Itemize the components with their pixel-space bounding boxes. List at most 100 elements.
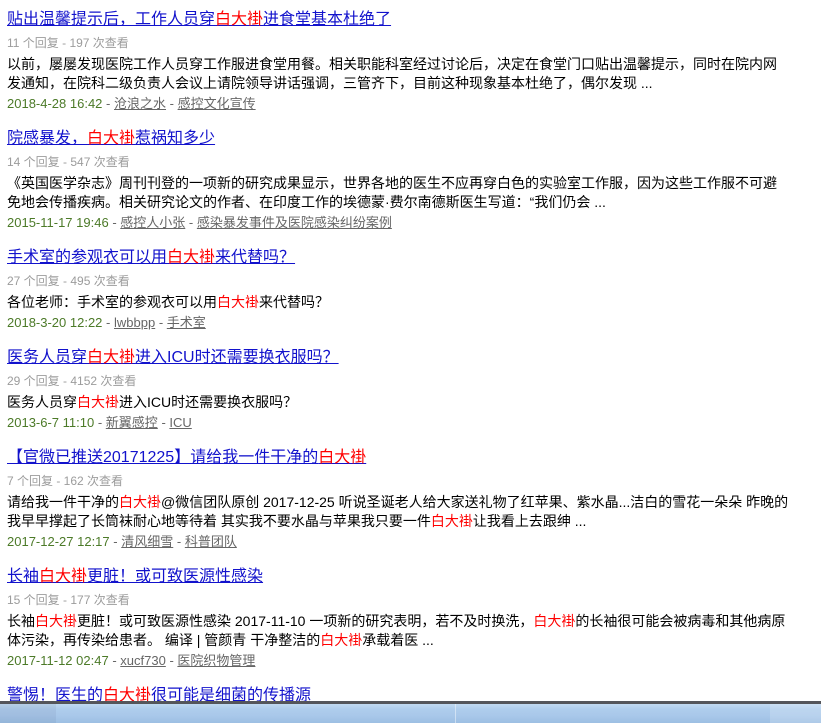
footer-separator: - [159, 315, 167, 330]
result-forum-link[interactable]: 手术室 [167, 315, 206, 330]
text-segment: 《英国医学杂志》周刊刊登的一项新的研究成果显示，世界各地的医生不应再穿白色的实验… [7, 175, 777, 210]
text-segment: 进食堂基本杜绝了 [263, 11, 391, 28]
browser-page: 贴出温馨提示后，工作人员穿白大褂进食堂基本杜绝了 11 个回复 - 197 次查… [0, 0, 821, 723]
highlighted-keyword: 白大褂 [167, 249, 215, 266]
text-segment: 贴出温馨提示后，工作人员穿 [7, 11, 215, 28]
result-author-link[interactable]: xucf730 [120, 653, 166, 668]
text-segment: 长袖 [7, 568, 39, 585]
text-segment: 进入ICU时还需要换衣服吗？ [119, 394, 297, 410]
highlighted-keyword: 白大褂 [119, 494, 161, 510]
result-title-link[interactable]: 手术室的参观衣可以用白大褂来代替吗？ [7, 248, 295, 268]
result-title-link[interactable]: 长袖白大褂更脏！或可致医源性感染 [7, 567, 263, 587]
taskbar-segment [0, 704, 56, 723]
taskbar-segment-divider [455, 704, 456, 723]
result-date: 2017-12-27 12:17 [7, 534, 110, 549]
highlighted-keyword: 白大褂 [77, 394, 119, 410]
search-result-item: 警惕！医生的白大褂很可能是细菌的传播源 [7, 686, 789, 701]
result-author-link[interactable]: 感控人小张 [120, 215, 185, 230]
result-date: 2015-11-17 19:46 [7, 215, 109, 230]
result-forum-link[interactable]: 医院织物管理 [177, 653, 255, 668]
result-snippet: 长袖白大褂更脏！或可致医源性感染 2017-11-10 一项新的研究表明，若不及… [7, 612, 789, 650]
result-footer: 2013-6-7 11:10 - 新翼感控 - ICU [7, 414, 789, 432]
highlighted-keyword: 白大褂 [533, 613, 575, 629]
result-title-link[interactable]: 贴出温馨提示后，工作人员穿白大褂进食堂基本杜绝了 [7, 10, 391, 30]
footer-separator: - [98, 415, 106, 430]
text-segment: 各位老师：手术室的参观衣可以用 [7, 294, 217, 310]
search-result-item: 贴出温馨提示后，工作人员穿白大褂进食堂基本杜绝了 11 个回复 - 197 次查… [7, 10, 789, 113]
result-title-link[interactable]: 医务人员穿白大褂进入ICU时还需要换衣服吗？ [7, 348, 339, 368]
text-segment: 医务人员穿 [7, 349, 87, 366]
text-segment: 很可能是细菌的传播源 [151, 687, 311, 701]
highlighted-keyword: 白大褂 [318, 449, 366, 466]
result-forum-link[interactable]: ICU [169, 415, 191, 430]
text-segment: 来代替吗？ [259, 294, 329, 310]
text-segment: 长袖 [7, 613, 35, 629]
result-title-link[interactable]: 【官微已推送20171225】请给我一件干净的白大褂 [7, 448, 366, 468]
taskbar-segment [770, 704, 821, 723]
result-snippet: 《英国医学杂志》周刊刊登的一项新的研究成果显示，世界各地的医生不应再穿白色的实验… [7, 174, 789, 212]
result-meta: 11 个回复 - 197 次查看 [7, 36, 789, 50]
text-segment: 以前，屡屡发现医院工作人员穿工作服进食堂用餐。相关职能科室经过讨论后，决定在食堂… [7, 56, 777, 91]
text-segment: 让我看上去跟绅 ... [473, 513, 587, 529]
result-footer: 2015-11-17 19:46 - 感控人小张 - 感染暴发事件及医院感染纠纷… [7, 214, 789, 232]
result-date: 2013-6-7 11:10 [7, 415, 94, 430]
footer-separator: - [106, 315, 114, 330]
result-meta: 15 个回复 - 177 次查看 [7, 593, 789, 607]
result-footer: 2018-4-28 16:42 - 沧浪之水 - 感控文化宣传 [7, 95, 789, 113]
search-result-item: 手术室的参观衣可以用白大褂来代替吗？ 27 个回复 - 495 次查看 各位老师… [7, 248, 789, 332]
result-forum-link[interactable]: 感控文化宣传 [178, 96, 256, 111]
highlighted-keyword: 白大褂 [217, 294, 259, 310]
result-title-link[interactable]: 院感暴发，白大褂惹祸知多少 [7, 129, 215, 149]
highlighted-keyword: 白大褂 [39, 568, 87, 585]
result-author-link[interactable]: 清风细雪 [121, 534, 173, 549]
highlighted-keyword: 白大褂 [35, 613, 77, 629]
text-segment: 请给我一件干净的 [7, 494, 119, 510]
highlighted-keyword: 白大褂 [431, 513, 473, 529]
highlighted-keyword: 白大褂 [215, 11, 263, 28]
result-footer: 2018-3-20 12:22 - lwbbpp - 手术室 [7, 314, 789, 332]
result-date: 2018-3-20 12:22 [7, 315, 102, 330]
footer-separator: - [189, 215, 197, 230]
result-forum-link[interactable]: 感染暴发事件及医院感染纠纷案例 [197, 215, 392, 230]
result-meta: 27 个回复 - 495 次查看 [7, 274, 789, 288]
result-footer: 2017-12-27 12:17 - 清风细雪 - 科普团队 [7, 533, 789, 551]
text-segment: 警惕！医生的 [7, 687, 103, 701]
text-segment: 手术室的参观衣可以用 [7, 249, 167, 266]
result-snippet: 医务人员穿白大褂进入ICU时还需要换衣服吗？ [7, 393, 789, 412]
result-date: 2018-4-28 16:42 [7, 96, 102, 111]
highlighted-keyword: 白大褂 [87, 349, 135, 366]
result-author-link[interactable]: lwbbpp [114, 315, 155, 330]
result-meta: 29 个回复 - 4152 次查看 [7, 374, 789, 388]
highlighted-keyword: 白大褂 [87, 130, 135, 147]
search-result-item: 院感暴发，白大褂惹祸知多少 14 个回复 - 547 次查看 《英国医学杂志》周… [7, 129, 789, 232]
search-result-item: 【官微已推送20171225】请给我一件干净的白大褂 7 个回复 - 162 次… [7, 448, 789, 551]
search-result-item: 医务人员穿白大褂进入ICU时还需要换衣服吗？ 29 个回复 - 4152 次查看… [7, 348, 789, 432]
footer-separator: - [170, 96, 178, 111]
result-meta: 7 个回复 - 162 次查看 [7, 474, 789, 488]
result-title-link[interactable]: 警惕！医生的白大褂很可能是细菌的传播源 [7, 686, 311, 701]
text-segment: 医务人员穿 [7, 394, 77, 410]
text-segment: 更脏！或可致医源性感染 2017-11-10 一项新的研究表明，若不及时换洗， [77, 613, 533, 629]
text-segment: 【官微已推送20171225】请给我一件干净的 [7, 449, 318, 466]
result-author-link[interactable]: 沧浪之水 [114, 96, 166, 111]
result-author-link[interactable]: 新翼感控 [106, 415, 158, 430]
result-snippet: 请给我一件干净的白大褂@微信团队原创 2017-12-25 听说圣诞老人给大家送… [7, 493, 789, 531]
taskbar[interactable] [0, 701, 821, 723]
search-result-item: 长袖白大褂更脏！或可致医源性感染 15 个回复 - 177 次查看 长袖白大褂更… [7, 567, 789, 670]
text-segment: 进入ICU时还需要换衣服吗？ [135, 349, 339, 366]
footer-separator: - [177, 534, 185, 549]
text-segment: 承载着医 ... [362, 632, 434, 648]
footer-separator: - [106, 96, 114, 111]
result-footer: 2017-11-12 02:47 - xucf730 - 医院织物管理 [7, 652, 789, 670]
result-meta: 14 个回复 - 547 次查看 [7, 155, 789, 169]
search-results-list: 贴出温馨提示后，工作人员穿白大褂进食堂基本杜绝了 11 个回复 - 197 次查… [0, 0, 821, 701]
text-segment: 更脏！或可致医源性感染 [87, 568, 263, 585]
highlighted-keyword: 白大褂 [103, 687, 151, 701]
text-segment: 来代替吗？ [215, 249, 295, 266]
result-snippet: 各位老师：手术室的参观衣可以用白大褂来代替吗？ [7, 293, 789, 312]
result-forum-link[interactable]: 科普团队 [185, 534, 237, 549]
text-segment: 院感暴发， [7, 130, 87, 147]
result-snippet: 以前，屡屡发现医院工作人员穿工作服进食堂用餐。相关职能科室经过讨论后，决定在食堂… [7, 55, 789, 93]
highlighted-keyword: 白大褂 [320, 632, 362, 648]
result-date: 2017-11-12 02:47 [7, 653, 109, 668]
